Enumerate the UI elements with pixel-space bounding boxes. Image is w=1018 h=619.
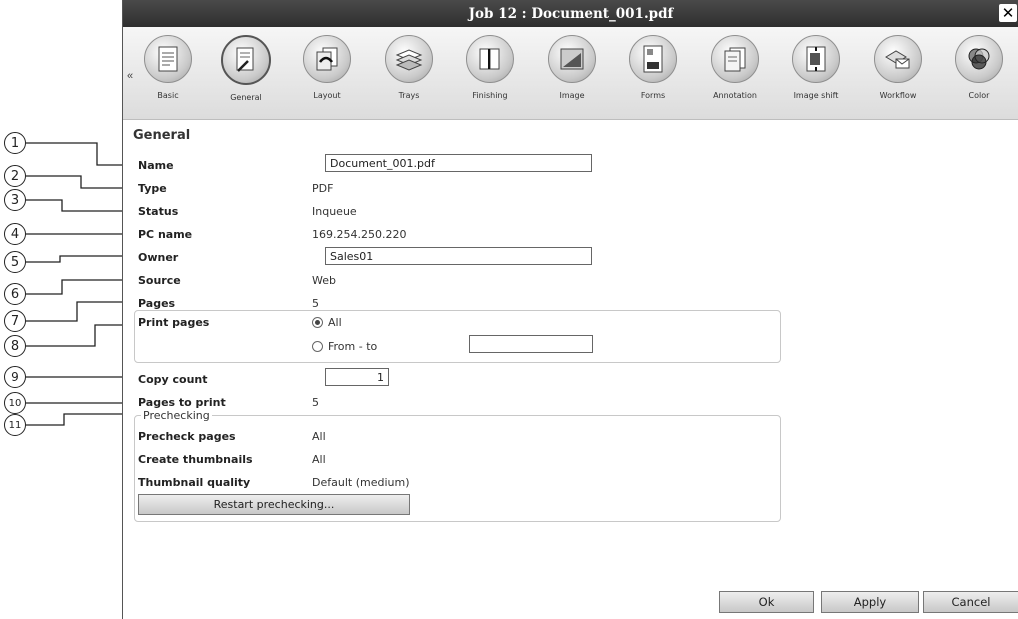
tab-finishing[interactable]: Finishing (449, 33, 531, 115)
tab-label: Workflow (879, 91, 917, 100)
callout-leader-lines (26, 142, 130, 426)
pages-to-print-label: Pages to print (138, 396, 226, 409)
annotation-icon (711, 35, 759, 83)
tab-label: General (230, 93, 262, 102)
tab-label: Image shift (793, 91, 839, 100)
callout-7: 7 (4, 310, 26, 332)
create-thumbnails-value: All (312, 453, 326, 466)
copy-count-input[interactable] (325, 368, 389, 386)
restart-prechecking-button[interactable]: Restart prechecking... (138, 494, 410, 515)
status-label: Status (138, 205, 179, 218)
pages-value: 5 (312, 297, 319, 310)
owner-label: Owner (138, 251, 179, 264)
tab-label: Basic (157, 91, 179, 100)
tab-basic[interactable]: Basic (127, 33, 209, 115)
copy-count-label: Copy count (138, 373, 208, 386)
callout-8: 8 (4, 335, 26, 357)
job-properties-window: Job 12 : Document_001.pdf ✕ « Basic Gene… (122, 0, 1018, 619)
image-icon (548, 35, 596, 83)
title-bar: Job 12 : Document_001.pdf ✕ (123, 0, 1018, 27)
tab-label: Finishing (472, 91, 508, 100)
print-pages-all-option[interactable]: All (312, 316, 342, 329)
tab-general[interactable]: General (205, 33, 287, 115)
tab-label: Annotation (713, 91, 757, 100)
callout-10: 10 (4, 392, 26, 414)
category-toolbar: « Basic General Layout Trays Finishing I… (123, 27, 1018, 120)
type-label: Type (138, 182, 167, 195)
callout-annotations: 1 2 3 4 5 6 7 8 9 10 11 (0, 0, 130, 619)
thumbnail-quality-value: Default (medium) (312, 476, 410, 489)
tab-image-shift[interactable]: Image shift (775, 33, 857, 115)
finishing-icon (466, 35, 514, 83)
tab-annotation[interactable]: Annotation (694, 33, 776, 115)
thumbnail-quality-label: Thumbnail quality (138, 476, 251, 489)
name-label: Name (138, 159, 174, 172)
page-range-input[interactable] (469, 335, 593, 353)
forms-icon (629, 35, 677, 83)
tab-layout[interactable]: Layout (286, 33, 368, 115)
radio-from-to[interactable] (312, 341, 323, 352)
radio-all[interactable] (312, 317, 323, 328)
print-pages-label: Print pages (138, 316, 210, 329)
callout-11: 11 (4, 414, 26, 436)
window-title: Job 12 : Document_001.pdf (468, 5, 674, 22)
ok-button[interactable]: Ok (719, 591, 814, 613)
source-value: Web (312, 274, 336, 287)
color-icon (955, 35, 1003, 83)
callout-1: 1 (4, 132, 26, 154)
prechecking-legend: Prechecking (141, 409, 212, 422)
cancel-button[interactable]: Cancel (923, 591, 1018, 613)
owner-input[interactable] (325, 247, 592, 265)
callout-4: 4 (4, 223, 26, 245)
callout-9: 9 (4, 366, 26, 388)
document-pen-icon (221, 35, 271, 85)
radio-from-to-label: From - to (328, 340, 378, 353)
precheck-pages-value: All (312, 430, 326, 443)
tab-label: Image (559, 91, 585, 100)
layout-icon (303, 35, 351, 83)
callout-5: 5 (4, 251, 26, 273)
image-shift-icon (792, 35, 840, 83)
source-label: Source (138, 274, 181, 287)
pages-label: Pages (138, 297, 176, 310)
type-value: PDF (312, 182, 334, 195)
callout-3: 3 (4, 189, 26, 211)
callout-2: 2 (4, 165, 26, 187)
tab-label: Layout (313, 91, 341, 100)
print-pages-group (134, 310, 781, 363)
trays-icon (385, 35, 433, 83)
status-value: Inqueue (312, 205, 357, 218)
tab-workflow[interactable]: Workflow (857, 33, 939, 115)
workflow-icon (874, 35, 922, 83)
tab-forms[interactable]: Forms (612, 33, 694, 115)
create-thumbnails-label: Create thumbnails (138, 453, 253, 466)
tab-image[interactable]: Image (531, 33, 613, 115)
tab-label: Forms (640, 91, 666, 100)
precheck-pages-label: Precheck pages (138, 430, 236, 443)
tab-color[interactable]: Color (938, 33, 1018, 115)
tab-trays[interactable]: Trays (368, 33, 450, 115)
close-icon[interactable]: ✕ (999, 4, 1017, 22)
document-icon (144, 35, 192, 83)
pages-to-print-value: 5 (312, 396, 319, 409)
callout-6: 6 (4, 283, 26, 305)
tab-label: Trays (398, 91, 420, 100)
print-pages-range-option[interactable]: From - to (312, 340, 377, 353)
pc-name-label: PC name (138, 228, 193, 241)
tab-label: Color (968, 91, 990, 100)
radio-all-label: All (328, 316, 342, 329)
section-title: General (133, 128, 191, 143)
name-input[interactable] (325, 154, 592, 172)
apply-button[interactable]: Apply (821, 591, 919, 613)
pc-name-value: 169.254.250.220 (312, 228, 407, 241)
